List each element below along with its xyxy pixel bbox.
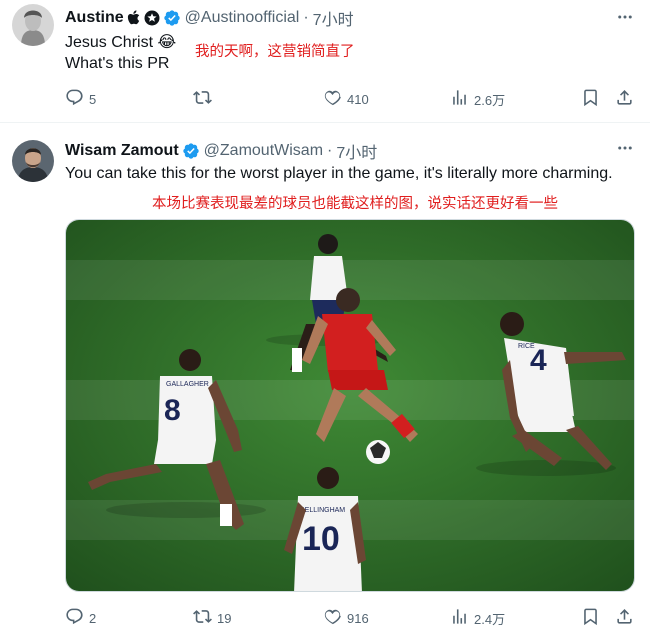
avatar[interactable] — [12, 140, 54, 182]
views-icon — [450, 607, 469, 629]
timestamp[interactable]: 7小时 — [313, 6, 354, 30]
separator-dot: · — [327, 142, 333, 159]
avatar[interactable] — [12, 4, 54, 46]
view-count: 2.4万 — [474, 611, 506, 627]
display-name[interactable]: Austine — [65, 9, 124, 27]
reply-icon — [65, 88, 84, 110]
tweet-wisam[interactable]: Wisam Zamout @ZamoutWisam · 7小时 You can … — [0, 123, 650, 634]
jersey-number: 10 — [302, 520, 340, 558]
share-button[interactable] — [615, 607, 634, 629]
share-icon — [615, 88, 634, 110]
annotation: 本场比赛表现最差的球员也能截这样的图，说实话还更好看一些 — [152, 196, 558, 212]
views-icon — [450, 88, 469, 110]
display-name[interactable]: Wisam Zamout — [65, 142, 179, 160]
views-button[interactable]: 2.6万 — [450, 88, 505, 110]
handle[interactable]: @ZamoutWisam — [204, 142, 323, 160]
tweet-header: Wisam Zamout @ZamoutWisam · 7小时 — [65, 139, 377, 163]
bookmark-button[interactable] — [581, 88, 600, 110]
reply-count: 2 — [89, 610, 97, 626]
like-icon — [323, 607, 342, 629]
action-bar: 5 410 2.6万 — [65, 88, 635, 110]
timestamp[interactable]: 7小时 — [336, 139, 377, 163]
view-count: 2.6万 — [474, 92, 506, 108]
like-button[interactable]: 916 — [323, 607, 369, 629]
verified-icon — [163, 9, 181, 27]
jersey-name: GALLAGHER — [166, 381, 209, 388]
like-icon — [323, 88, 342, 110]
more-icon[interactable] — [616, 8, 634, 31]
retweet-count: 19 — [217, 610, 232, 626]
retweet-button[interactable]: 19 — [193, 607, 231, 629]
bookmark-icon — [581, 607, 600, 629]
jersey-number: 8 — [164, 394, 181, 427]
bookmark-button[interactable] — [581, 607, 600, 629]
like-button[interactable]: 410 — [323, 88, 369, 110]
reply-icon — [65, 607, 84, 629]
tweet-text: You can take this for the worst player i… — [65, 165, 613, 182]
retweet-icon — [193, 607, 212, 629]
separator-dot: · — [303, 9, 309, 26]
football-photo: 8 GALLAGHER 4 RICE 10 BELLINGHAM — [66, 220, 634, 591]
like-count: 410 — [347, 91, 369, 107]
tweet-austine[interactable]: Austine @Austinoofficial · 7小时 Jesus Chr… — [0, 0, 650, 123]
tweet-image[interactable]: 8 GALLAGHER 4 RICE 10 BELLINGHAM — [65, 219, 635, 592]
share-icon — [615, 607, 634, 629]
jersey-name: RICE — [518, 343, 535, 350]
reply-count: 5 — [89, 91, 97, 107]
apple-icon — [127, 10, 141, 26]
retweet-button[interactable] — [193, 88, 217, 110]
views-button[interactable]: 2.4万 — [450, 607, 505, 629]
retweet-icon — [193, 88, 212, 110]
tweet-header: Austine @Austinoofficial · 7小时 — [65, 6, 354, 30]
like-count: 916 — [347, 610, 369, 626]
tweet-text-line: Jesus Christ 😂 — [65, 34, 177, 51]
jersey-name: BELLINGHAM — [300, 507, 345, 514]
action-bar: 2 19 916 2.4万 — [65, 607, 635, 629]
reply-button[interactable]: 5 — [65, 88, 96, 110]
more-icon[interactable] — [616, 139, 634, 162]
share-button[interactable] — [615, 88, 634, 110]
tweet-text: Jesus Christ 😂 What's this PR — [65, 32, 176, 74]
reply-button[interactable]: 2 — [65, 607, 96, 629]
verified-icon — [182, 142, 200, 160]
bookmark-icon — [581, 88, 600, 110]
affiliate-badge-icon — [144, 10, 160, 26]
handle[interactable]: @Austinoofficial — [185, 9, 300, 27]
annotation: 我的天啊，这营销简直了 — [195, 44, 355, 60]
tweet-text-line: What's this PR — [65, 55, 170, 72]
